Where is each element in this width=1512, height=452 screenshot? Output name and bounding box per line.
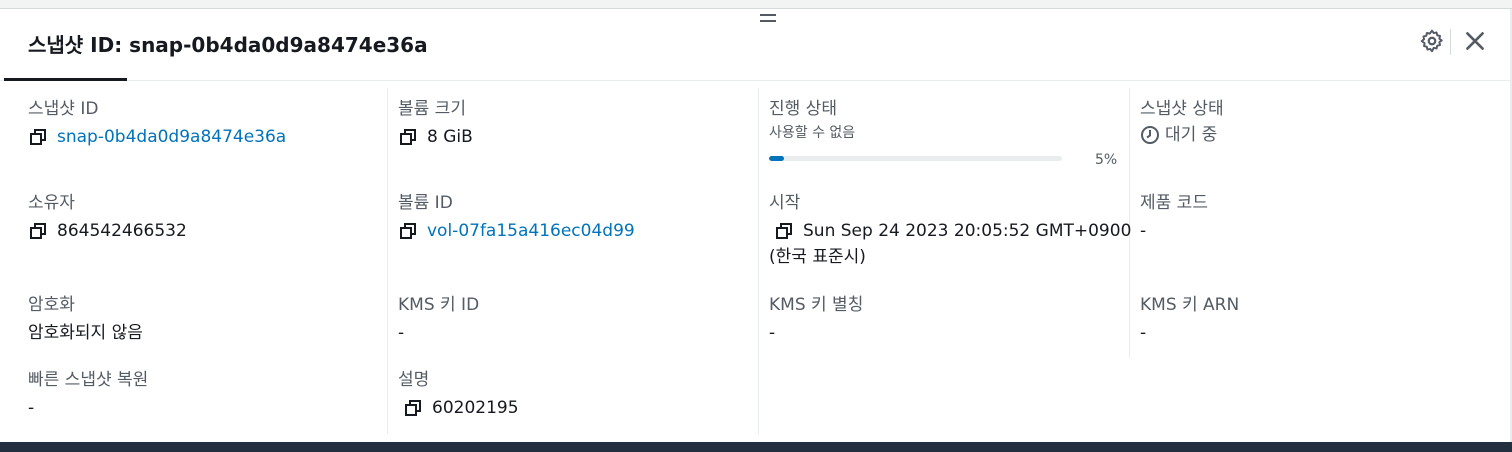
copy-icon[interactable] <box>28 221 48 241</box>
field-value: Sun Sep 24 2023 20:05:52 GMT+0900 <box>769 220 1131 242</box>
clock-icon <box>1141 126 1159 144</box>
progress-bar: 5% <box>769 152 1119 172</box>
field-label: KMS 키 별칭 <box>769 295 864 315</box>
kms-key-id-value: - <box>398 323 405 343</box>
gear-icon[interactable] <box>1419 28 1445 54</box>
active-tab-underline <box>4 78 127 81</box>
header-divider <box>1450 29 1451 55</box>
field-fast-restore: 빠른 스냅샷 복원 - <box>28 369 378 419</box>
field-label: 볼륨 ID <box>398 193 453 213</box>
field-encryption: 암호화 암호화되지 않음 <box>28 294 378 344</box>
field-kms-key-id: KMS 키 ID - <box>398 294 748 344</box>
field-value: snap-0b4da0d9a8474e36a <box>28 126 378 148</box>
product-code-value: - <box>1140 221 1147 241</box>
column-divider <box>758 88 759 434</box>
page-title: 스냅샷 ID: snap-0b4da0d9a8474e36a <box>28 33 428 57</box>
snapshot-state-value: 대기 중 <box>1165 125 1218 145</box>
field-value: 8 GiB <box>398 126 748 148</box>
field-description: 설명 60202195 <box>398 369 748 419</box>
column-divider <box>387 88 388 434</box>
field-label: 시작 <box>769 193 801 213</box>
description-value: 60202195 <box>432 398 519 418</box>
field-kms-arn: KMS 키 ARN - <box>1140 294 1490 344</box>
field-label: 빠른 스냅샷 복원 <box>28 370 149 390</box>
copy-icon[interactable] <box>774 221 794 241</box>
copy-icon[interactable] <box>28 127 48 147</box>
top-strip <box>0 0 1512 9</box>
copy-icon[interactable] <box>403 398 423 418</box>
field-value: 864542466532 <box>28 220 378 242</box>
field-owner: 소유자 864542466532 <box>28 192 378 242</box>
volume-size-value: 8 GiB <box>427 127 473 147</box>
footer-bar <box>0 442 1512 452</box>
progress-track <box>769 156 1062 161</box>
field-label: 암호화 <box>28 295 75 315</box>
field-snapshot-id: 스냅샷 ID snap-0b4da0d9a8474e36a <box>28 98 378 148</box>
field-value: vol-07fa15a416ec04d99 <box>398 220 748 242</box>
close-icon[interactable] <box>1462 28 1488 54</box>
field-volume-id: 볼륨 ID vol-07fa15a416ec04d99 <box>398 192 748 242</box>
progress-status-text: 사용할 수 없음 <box>769 125 856 141</box>
field-value: 대기 중 <box>1140 124 1490 146</box>
encryption-value: 암호화되지 않음 <box>28 323 143 343</box>
field-label: 설명 <box>398 370 430 390</box>
snapshot-id-link[interactable]: snap-0b4da0d9a8474e36a <box>57 126 286 148</box>
fast-restore-value: - <box>28 398 35 418</box>
field-product-code: 제품 코드 - <box>1140 192 1490 242</box>
volume-id-link[interactable]: vol-07fa15a416ec04d99 <box>427 220 635 242</box>
details-grid: 스냅샷 ID snap-0b4da0d9a8474e36a 볼륨 크기 8 Gi… <box>0 82 1512 436</box>
progress-percent: 5% <box>1095 152 1118 168</box>
panel-header: 스냅샷 ID: snap-0b4da0d9a8474e36a <box>0 9 1512 81</box>
field-label: KMS 키 ID <box>398 295 480 315</box>
kms-alias-value: - <box>769 323 776 343</box>
field-volume-size: 볼륨 크기 8 GiB <box>398 98 748 148</box>
copy-icon[interactable] <box>398 127 418 147</box>
field-started: 시작 Sun Sep 24 2023 20:05:52 GMT+0900 (한국… <box>769 192 1131 268</box>
field-kms-alias: KMS 키 별칭 - <box>769 294 1119 344</box>
progress-fill <box>769 156 784 161</box>
started-timezone: (한국 표준시) <box>769 247 866 267</box>
field-label: 소유자 <box>28 193 75 213</box>
field-label: KMS 키 ARN <box>1140 295 1240 315</box>
owner-value: 864542466532 <box>57 221 187 241</box>
copy-icon[interactable] <box>398 221 418 241</box>
kms-arn-value: - <box>1140 323 1147 343</box>
field-label: 스냅샷 ID <box>28 99 99 119</box>
field-progress: 진행 상태 사용할 수 없음 5% <box>769 98 1119 172</box>
started-value: Sun Sep 24 2023 20:05:52 GMT+0900 <box>803 221 1132 241</box>
field-label: 볼륨 크기 <box>398 99 466 119</box>
field-label: 스냅샷 상태 <box>1140 99 1224 119</box>
field-snapshot-state: 스냅샷 상태 대기 중 <box>1140 98 1490 146</box>
field-label: 제품 코드 <box>1140 193 1208 213</box>
field-value: 60202195 <box>398 397 748 419</box>
field-label: 진행 상태 <box>769 99 837 119</box>
